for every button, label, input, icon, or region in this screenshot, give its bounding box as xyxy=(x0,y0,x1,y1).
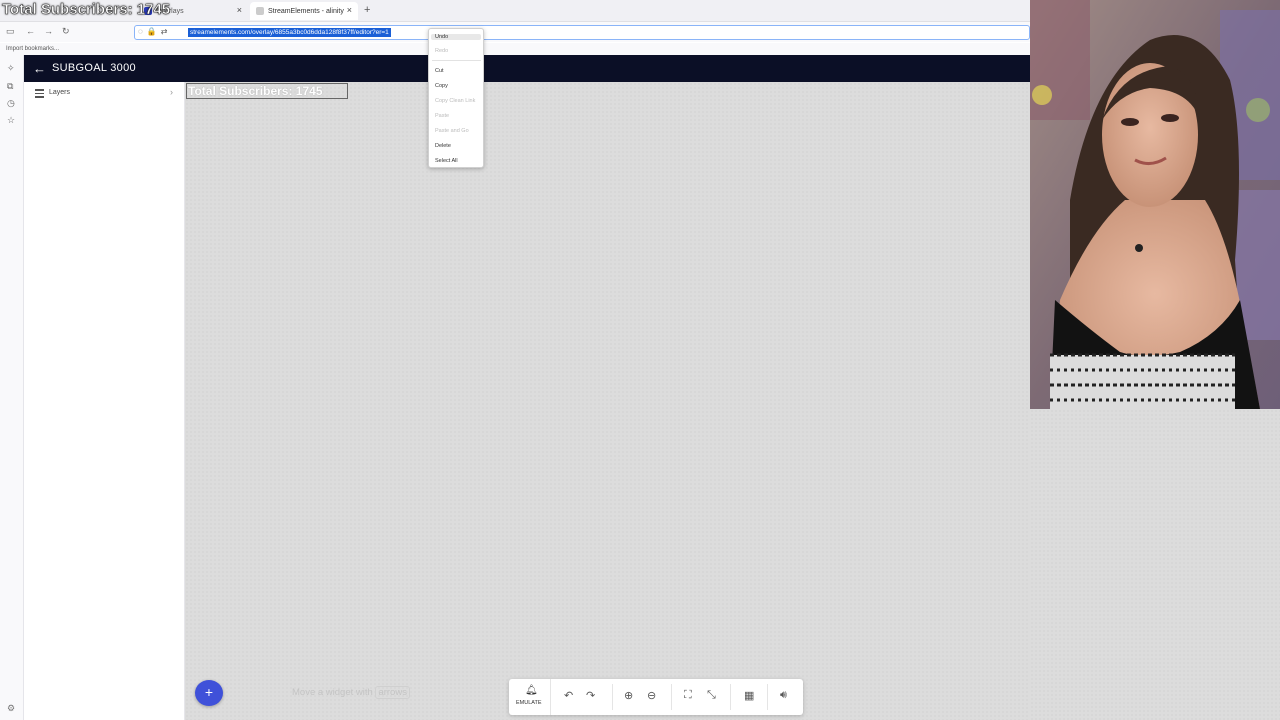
app-header xyxy=(24,55,1030,82)
context-menu: Undo Redo Cut Copy Copy Clean Link Paste… xyxy=(428,28,484,168)
page-favicon xyxy=(256,7,264,15)
close-tab-icon[interactable]: × xyxy=(347,5,352,15)
tab-streamelements-label: StreamElements - alinity xyxy=(268,7,344,15)
browser-sidebar: ✧ ⧉ ◷ ☆ xyxy=(0,55,24,720)
new-tab-icon[interactable]: + xyxy=(364,4,370,16)
menu-item-copy[interactable]: Copy xyxy=(435,83,448,89)
add-widget-button[interactable]: + xyxy=(195,680,223,706)
forward-icon[interactable]: → xyxy=(44,26,53,36)
chevron-right-icon: › xyxy=(170,87,173,97)
overlay-title: SUBGOAL 3000 xyxy=(52,62,136,74)
keyboard-hint: Move a widget with arrows xyxy=(292,686,410,699)
layers-toggle[interactable]: Layers › xyxy=(24,84,185,102)
fit-screen-icon[interactable]: ⤡ xyxy=(707,689,716,702)
menu-item-undo[interactable]: Undo xyxy=(431,34,481,40)
menu-icon xyxy=(35,89,44,100)
emulate-button[interactable]: 🔔︎ EMULATE xyxy=(509,679,551,715)
undo-icon[interactable]: ↶ xyxy=(564,689,573,702)
back-icon[interactable]: ← xyxy=(26,26,35,36)
url-security-icons: ◌🔒⇄ xyxy=(138,27,172,36)
editor-canvas-extension[interactable] xyxy=(1030,409,1280,720)
sound-icon[interactable]: 🔊︎ xyxy=(780,689,787,702)
synced-tabs-icon[interactable]: ⧉ xyxy=(7,81,13,92)
url-text[interactable]: streamelements.com/overlay/6855a3bc0d6dd… xyxy=(188,28,391,37)
grid-icon[interactable]: ▦ xyxy=(744,689,754,702)
toolbar-divider xyxy=(671,684,672,710)
gear-icon[interactable]: ⚙ xyxy=(7,703,15,714)
menu-item-paste-and-go: Paste and Go xyxy=(435,128,469,134)
zoom-out-icon[interactable]: ⊖ xyxy=(647,689,656,702)
menu-item-paste: Paste xyxy=(435,113,450,119)
ai-chat-icon[interactable]: ✧ xyxy=(7,63,15,74)
webcam-feed xyxy=(1030,0,1280,409)
menu-item-select-all[interactable]: Select All xyxy=(435,158,458,164)
stream-overlay-subscribers: Total Subscribers: 1745 xyxy=(2,1,171,19)
subscriber-widget[interactable]: Total Subscribers: 1745 xyxy=(186,83,348,99)
webcam-image xyxy=(1030,0,1280,409)
layers-label: Layers xyxy=(49,89,71,96)
layers-panel: Layers › xyxy=(24,82,185,720)
zoom-in-icon[interactable]: ⊕ xyxy=(624,689,633,702)
close-tab-icon[interactable]: × xyxy=(237,5,242,15)
editor-toolbar: 🔔︎ EMULATE ↶ ↷ ⊕ ⊖ ⛶ ⤡ ▦ 🔊︎ xyxy=(509,679,803,715)
history-icon[interactable]: ◷ xyxy=(7,98,15,109)
hint-text: Move a widget with xyxy=(292,687,373,698)
sidebar-toggle-icon[interactable]: ▭ xyxy=(6,26,15,37)
emulate-label: EMULATE xyxy=(516,700,542,706)
tab-streamelements[interactable]: StreamElements - alinity × xyxy=(250,2,358,20)
menu-item-redo: Redo xyxy=(435,48,449,54)
menu-item-delete[interactable]: Delete xyxy=(435,143,451,149)
editor-canvas[interactable] xyxy=(185,82,1030,720)
menu-item-cut[interactable]: Cut xyxy=(435,68,444,74)
menu-separator xyxy=(432,60,481,61)
bell-icon: 🔔︎ xyxy=(525,685,538,696)
redo-icon[interactable]: ↷ xyxy=(586,689,595,702)
back-arrow-icon[interactable]: ← xyxy=(33,61,46,76)
bookmarks-bar: Import bookmarks... xyxy=(0,43,1030,55)
hint-key: arrows xyxy=(375,686,410,699)
fullscreen-icon[interactable]: ⛶ xyxy=(684,689,692,702)
bookmarks-icon[interactable]: ☆ xyxy=(7,115,15,126)
import-bookmarks-link[interactable]: Import bookmarks... xyxy=(6,46,59,52)
toolbar-divider xyxy=(730,684,731,710)
toolbar-divider xyxy=(767,684,768,710)
toolbar-divider xyxy=(612,684,613,710)
menu-item-copy-clean-link: Copy Clean Link xyxy=(435,98,476,104)
reload-icon[interactable]: ↻ xyxy=(62,26,70,37)
